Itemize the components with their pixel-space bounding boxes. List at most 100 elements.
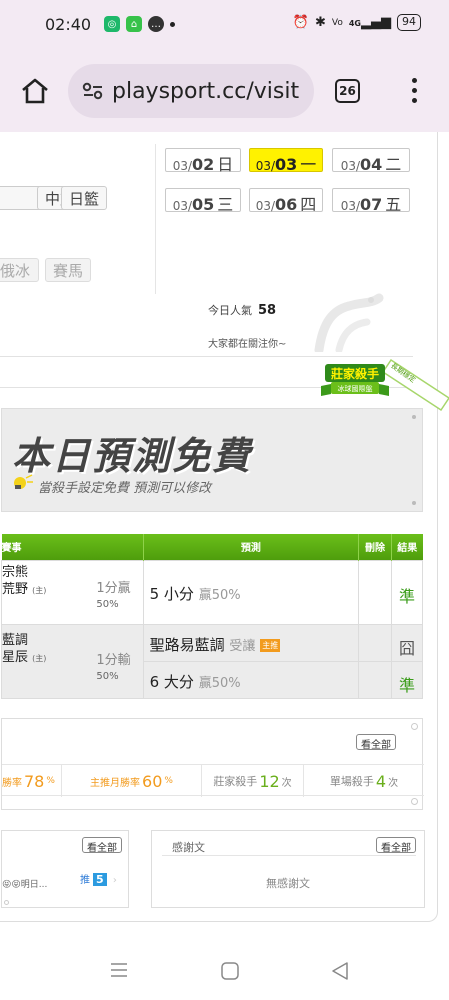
sport-btn-jbl[interactable]: 日籃 xyxy=(61,186,107,210)
team-away: 宗熊 xyxy=(2,564,29,580)
badge-title: 莊家殺手 xyxy=(330,367,379,381)
notification-icons: ◎ ⌂ … xyxy=(104,16,175,32)
free-prediction-banner: 本日預測免費 當殺手設定免費 預測可以修改 xyxy=(1,408,423,512)
battery-icon: 94 xyxy=(397,14,421,31)
date-month: 03/ xyxy=(172,159,193,173)
date-day: 04 xyxy=(360,155,383,174)
banner-subtitle: 當殺手設定免費 預測可以修改 xyxy=(38,481,212,496)
team-home: 星辰 xyxy=(2,649,29,665)
prediction-pick: 5 小分 xyxy=(149,584,194,603)
prediction-pick: 聖路易藍調 xyxy=(149,635,225,654)
tab-switcher-button[interactable]: 26 xyxy=(335,79,360,103)
date-weekday: 日 xyxy=(217,155,234,174)
app-notification-icon: ◎ xyxy=(104,16,120,32)
line-icon: … xyxy=(148,16,164,32)
browser-menu-icon[interactable] xyxy=(410,78,418,106)
dot-icon xyxy=(170,21,175,27)
push-label: 推 xyxy=(80,875,90,886)
address-bar[interactable]: playsport.cc/visit xyxy=(68,64,314,118)
table-row: 藍調 星辰 (主) 1分輸 50% 聖路易藍調 受讓 主推 囧 xyxy=(1,623,423,699)
match-cell: 藍調 星辰 (主) 1分輸 50% xyxy=(1,623,144,699)
stat-main-monthly: 主推月勝率 60 % xyxy=(62,765,202,797)
date-weekday: 五 xyxy=(385,195,402,214)
stat-label: 單場殺手 xyxy=(329,775,374,788)
stat-single-killer: 單場殺手 4 次 xyxy=(304,765,424,797)
site-settings-icon[interactable] xyxy=(82,82,104,100)
header-match: 賽事 xyxy=(1,534,144,560)
handicap: 1分贏 50% xyxy=(96,581,130,612)
divider xyxy=(155,144,156,294)
system-icons: ⏰ ✱ Vo 4G▂▄▆ 94 xyxy=(293,14,421,31)
article-snippet[interactable]: 😝😝明日... xyxy=(2,877,47,890)
sport-btn-khl[interactable]: 俄冰 xyxy=(0,258,39,282)
delete-cell[interactable] xyxy=(358,660,393,699)
date-day: 05 xyxy=(192,195,215,214)
header-delete: 刪除 xyxy=(358,534,393,560)
stat-unit: 次 xyxy=(388,777,399,789)
date-button-05[interactable]: 03/05 三 xyxy=(165,188,241,214)
prediction-cell: 5 小分 贏50% xyxy=(142,559,360,625)
header-prediction: 預測 xyxy=(143,534,360,560)
date-button-03[interactable]: 03/03 一 xyxy=(249,148,323,174)
date-weekday: 三 xyxy=(217,195,234,214)
home-mark: (主) xyxy=(32,653,47,663)
thanks-empty-text: 無感謝文 xyxy=(266,877,310,890)
status-bar: 02:40 ◎ ⌂ … ⏰ ✱ Vo 4G▂▄▆ 94 xyxy=(0,0,449,50)
stat-value: 60 xyxy=(142,771,163,791)
main-pick-tag: 主推 xyxy=(260,638,281,652)
home-button-icon[interactable] xyxy=(221,962,239,980)
result-cell: 準 xyxy=(391,660,423,699)
pager-dot-icon xyxy=(4,900,9,905)
stat-label: 莊家殺手 xyxy=(213,775,258,788)
home-icon[interactable] xyxy=(20,77,50,105)
browser-toolbar: playsport.cc/visit 26 xyxy=(0,50,449,132)
profile-card: 中籃 日籃 俄冰 賽馬 03/02 日 03/03 一 03/04 二 03/05 三 03/0… xyxy=(0,132,449,922)
thanks-see-all-button[interactable]: 看全部 xyxy=(376,837,416,854)
system-navigation-bar xyxy=(0,932,449,1000)
date-button-04[interactable]: 03/04 二 xyxy=(332,148,410,174)
date-button-06[interactable]: 03/06 四 xyxy=(249,188,323,214)
banner-corner-dot xyxy=(412,501,416,505)
back-icon[interactable] xyxy=(331,962,349,980)
prediction-table: 賽事 預測 刪除 結果 宗熊 荒野 (主) 1分贏 50% 5 小分 贏50% … xyxy=(1,534,423,699)
recent-apps-icon[interactable] xyxy=(110,962,128,978)
date-button-07[interactable]: 03/07 五 xyxy=(332,188,410,214)
stats-see-all-button[interactable]: 看全部 xyxy=(356,734,396,751)
date-day: 03 xyxy=(275,155,298,174)
stat-unit: 次 xyxy=(281,777,292,789)
home-mark: (主) xyxy=(32,585,47,595)
header-result: 結果 xyxy=(391,534,423,560)
thanks-title: 感謝文 xyxy=(172,841,205,854)
prediction-pick: 6 大分 xyxy=(149,672,194,691)
stat-label: 主推月勝率 xyxy=(90,777,141,789)
date-button-02[interactable]: 03/02 日 xyxy=(165,148,241,174)
table-row: 宗熊 荒野 (主) 1分贏 50% 5 小分 贏50% 準 xyxy=(1,559,423,625)
delete-cell[interactable] xyxy=(358,623,393,662)
popularity: 今日人氣 58 xyxy=(208,302,276,318)
alarm-icon: ⏰ xyxy=(292,15,309,30)
popularity-value: 58 xyxy=(258,303,277,318)
volte-icon: Vo xyxy=(331,17,343,28)
push-count: 推5 › xyxy=(80,871,117,886)
badge-subtitle: 冰球國際盤 xyxy=(337,385,373,393)
delete-cell[interactable] xyxy=(358,559,393,625)
thanks-panel: 感謝文 看全部 無感謝文 xyxy=(151,830,425,908)
stat-value: 12 xyxy=(259,771,280,791)
articles-see-all-button[interactable]: 看全部 xyxy=(82,837,122,854)
sport-btn-horse[interactable]: 賽馬 xyxy=(45,258,91,282)
lightbulb-icon xyxy=(14,474,33,489)
network-label: 4G xyxy=(348,19,361,28)
date-month: 03/ xyxy=(255,159,276,173)
result-cell: 準 xyxy=(391,559,423,625)
push-number: 5 xyxy=(93,873,107,886)
corner-circle-icon xyxy=(411,723,418,730)
date-month: 03/ xyxy=(340,199,361,213)
date-month: 03/ xyxy=(172,199,193,213)
signal-icon: 4G▂▄▆ xyxy=(348,15,391,30)
team-away: 藍調 xyxy=(2,632,29,648)
mascot-figure-icon xyxy=(314,293,384,352)
handicap-pct: 50% xyxy=(96,670,119,682)
chevron-right-icon[interactable]: › xyxy=(113,875,117,886)
date-month: 03/ xyxy=(340,159,361,173)
stat-value: 78 xyxy=(24,771,45,791)
